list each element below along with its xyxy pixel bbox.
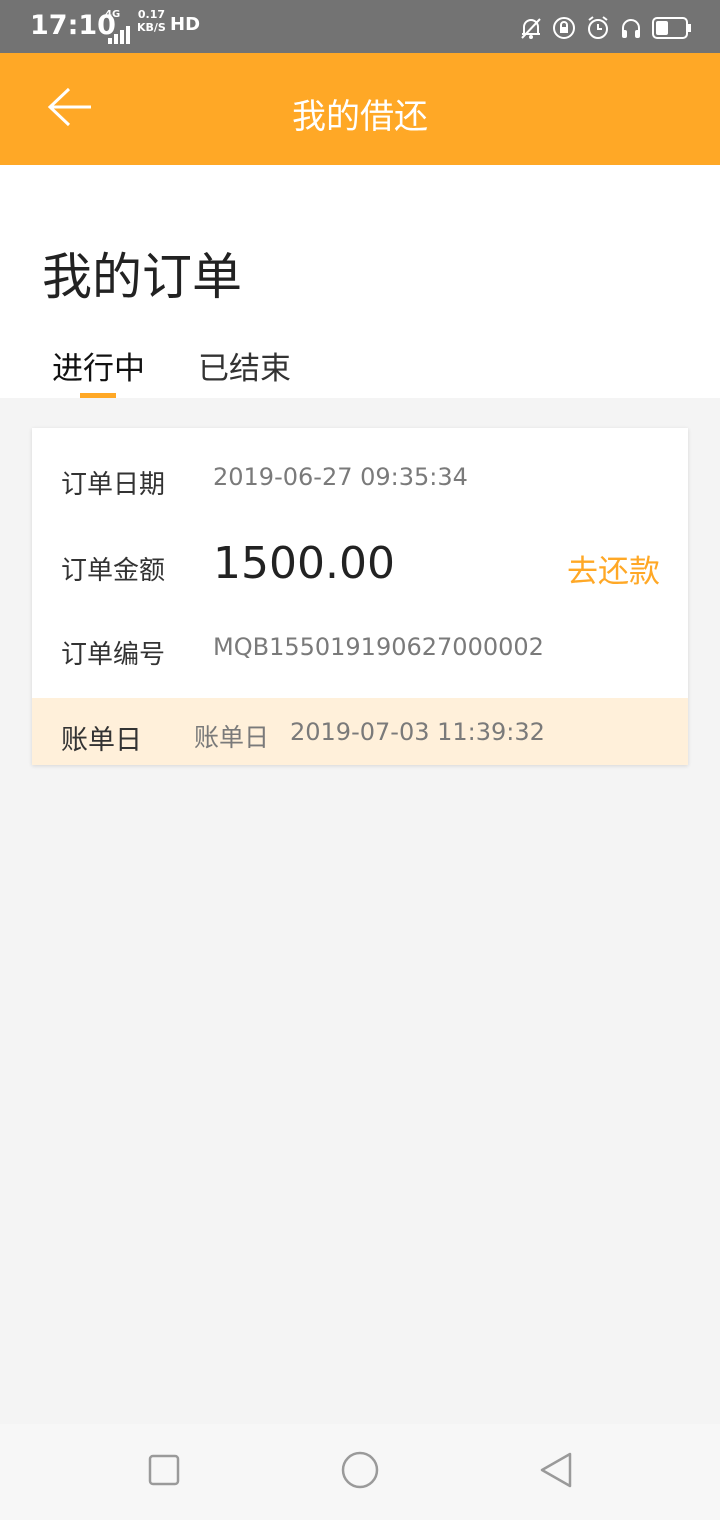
page-title: 我的订单 <box>42 248 242 306</box>
bill-date-prefix: 账单日 <box>194 723 270 752</box>
alarm-icon <box>586 16 610 40</box>
status-bar: 17:10 4G 0.17 KB/S HD <box>0 0 720 53</box>
home-circle-icon <box>341 1451 379 1493</box>
order-date-value: 2019-06-27 09:35:34 <box>213 463 468 491</box>
order-card[interactable]: 订单日期 2019-06-27 09:35:34 订单金额 1500.00 去还… <box>32 428 688 765</box>
orders-header: 我的订单 进行中 已结束 <box>0 165 720 398</box>
network-type: 4G <box>105 9 121 20</box>
repay-button[interactable]: 去还款 <box>567 546 660 591</box>
tab-in-progress[interactable]: 进行中 <box>52 343 145 388</box>
lock-rotation-icon <box>552 16 576 40</box>
order-amount-value: 1500.00 <box>213 538 395 589</box>
app-bar: 我的借还 <box>0 53 720 165</box>
order-number-value: MQB155019190627000002 <box>213 633 544 661</box>
back-nav-button[interactable] <box>536 1452 576 1492</box>
tab-finished[interactable]: 已结束 <box>198 343 291 388</box>
active-tab-indicator <box>80 393 116 398</box>
status-time: 17:10 <box>30 10 116 41</box>
speed-unit: KB/S <box>137 21 166 34</box>
system-nav-bar <box>0 1424 720 1520</box>
recents-square-icon <box>148 1454 180 1490</box>
bill-date-strip: 账单日 账单日 2019-07-03 11:39:32 <box>32 698 688 765</box>
order-amount-label: 订单金额 <box>61 556 166 586</box>
status-icons <box>520 16 692 40</box>
recents-button[interactable] <box>144 1452 184 1492</box>
order-date-label: 订单日期 <box>61 470 166 500</box>
network-speed: 0.17 KB/S <box>137 8 166 34</box>
battery-icon <box>652 17 692 39</box>
back-triangle-icon <box>539 1451 573 1493</box>
signal-icon <box>108 26 132 48</box>
bell-off-icon <box>520 16 542 40</box>
headphones-icon <box>620 17 642 39</box>
speed-value: 0.17 <box>137 8 165 21</box>
hd-indicator: HD <box>170 14 201 35</box>
bill-date-label: 账单日 <box>61 725 142 756</box>
bill-date-value: 2019-07-03 11:39:32 <box>290 718 545 746</box>
app-title: 我的借还 <box>292 97 428 137</box>
order-number-label: 订单编号 <box>61 640 166 670</box>
home-button[interactable] <box>340 1451 380 1493</box>
